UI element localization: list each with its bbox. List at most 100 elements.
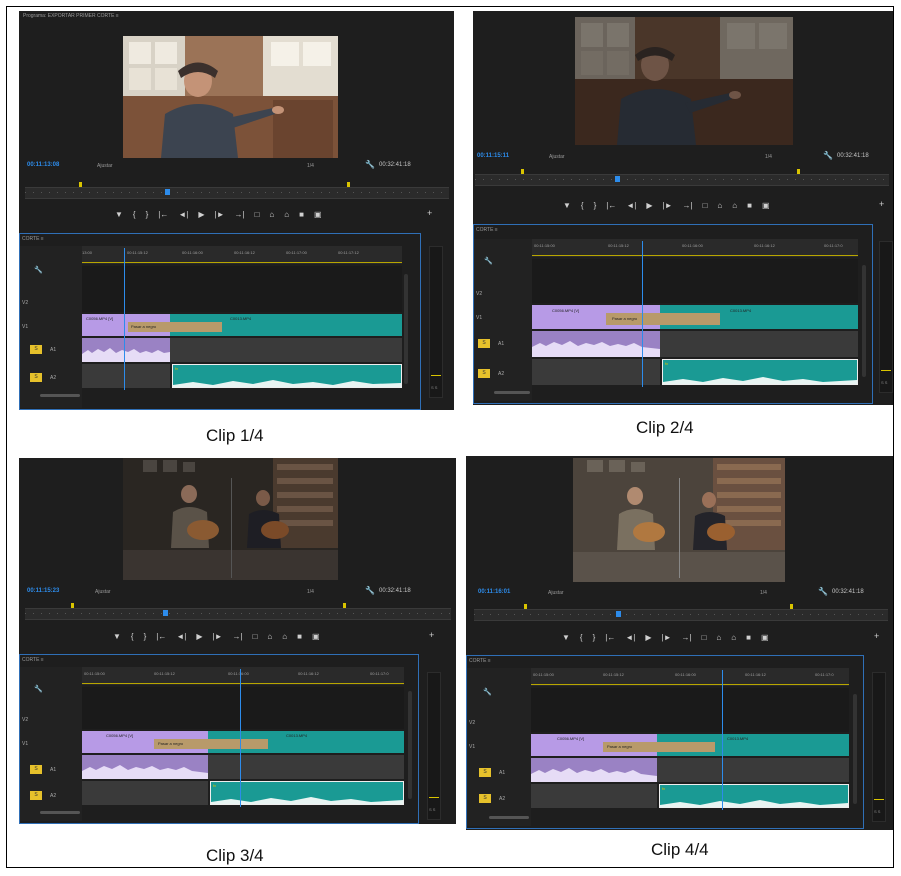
timeline-wrench-icon[interactable]: 🔧 (34, 685, 43, 693)
play-icon[interactable]: ▶ (645, 633, 651, 642)
compare-icon[interactable]: ▣ (314, 210, 322, 219)
scrubber-playhead[interactable] (163, 610, 168, 616)
work-area-bar[interactable] (82, 683, 404, 684)
step-back-icon[interactable]: ◄| (176, 632, 186, 641)
mark-in-icon[interactable]: { (580, 633, 583, 642)
export-frame-icon[interactable]: ■ (746, 633, 751, 642)
export-frame-icon[interactable]: ■ (299, 210, 304, 219)
step-back-icon[interactable]: ◄| (625, 633, 635, 642)
resolution-dropdown[interactable]: 1/4 (307, 163, 314, 169)
clip-c0056-audio[interactable] (82, 338, 170, 362)
play-icon[interactable]: ▶ (196, 632, 202, 641)
go-to-in-icon[interactable]: |← (606, 201, 616, 210)
button-editor-plus-icon[interactable]: + (427, 208, 432, 218)
export-frame-icon[interactable]: ■ (297, 632, 302, 641)
go-to-out-icon[interactable]: →| (233, 632, 243, 641)
timeline-wrench-icon[interactable]: 🔧 (483, 688, 492, 696)
resolution-dropdown[interactable]: 1/4 (760, 590, 767, 596)
extract-icon[interactable]: ⌂ (731, 633, 736, 642)
mark-out-icon[interactable]: } (594, 201, 597, 210)
step-forward-icon[interactable]: |► (663, 201, 673, 210)
resolution-dropdown[interactable]: 1/4 (765, 154, 772, 160)
time-ruler[interactable]: 00:11:15:00 00:11:15:12 00:11:16:00 00:1… (531, 668, 849, 686)
scrubber-playhead[interactable] (165, 189, 170, 195)
track-a1-toggle[interactable]: S (479, 768, 491, 777)
button-editor-plus-icon[interactable]: + (429, 630, 434, 640)
fit-dropdown[interactable]: Ajustar (95, 589, 111, 595)
timeline-playhead[interactable] (240, 669, 241, 807)
compare-icon[interactable]: ▣ (312, 632, 320, 641)
resolution-dropdown[interactable]: 1/4 (307, 589, 314, 595)
step-back-icon[interactable]: ◄| (178, 210, 188, 219)
timeline-wrench-icon[interactable]: 🔧 (484, 257, 493, 265)
lift-icon[interactable]: ⌂ (716, 633, 721, 642)
transition-fade-to-black[interactable]: Pasar a negro (603, 742, 715, 752)
play-icon[interactable]: ▶ (646, 201, 652, 210)
step-forward-icon[interactable]: |► (662, 633, 672, 642)
clip-c0013-audio[interactable]: fx (172, 364, 402, 388)
safe-margins-icon[interactable]: □ (253, 632, 258, 641)
timeline-horizontal-scrollbar[interactable] (40, 394, 80, 397)
timeline-vertical-scrollbar[interactable] (862, 265, 866, 377)
track-a2-toggle[interactable]: S (30, 373, 42, 382)
go-to-in-icon[interactable]: |← (158, 210, 168, 219)
timeline-playhead[interactable] (722, 670, 723, 810)
safe-margins-icon[interactable]: □ (703, 201, 708, 210)
go-to-in-icon[interactable]: |← (156, 632, 166, 641)
go-to-out-icon[interactable]: →| (682, 633, 692, 642)
track-a1-toggle[interactable]: S (478, 339, 490, 348)
lift-icon[interactable]: ⌂ (269, 210, 274, 219)
work-area-bar[interactable] (532, 255, 858, 256)
transition-fade-to-black[interactable]: Pasar a negro (154, 739, 268, 749)
lift-icon[interactable]: ⌂ (717, 201, 722, 210)
add-marker-icon[interactable]: ▼ (563, 201, 571, 210)
monitor-scrubber[interactable] (25, 603, 451, 620)
go-to-in-icon[interactable]: |← (605, 633, 615, 642)
clip-c0013-audio[interactable]: fx (662, 359, 858, 385)
go-to-out-icon[interactable]: →| (683, 201, 693, 210)
work-area-bar[interactable] (531, 684, 849, 685)
scrubber-playhead[interactable] (615, 176, 620, 182)
timeline-vertical-scrollbar[interactable] (853, 694, 857, 804)
transition-fade-to-black[interactable]: Pasar a negro (606, 313, 720, 325)
timeline-horizontal-scrollbar[interactable] (40, 811, 80, 814)
mark-in-icon[interactable]: { (581, 201, 584, 210)
time-ruler[interactable]: 00:11:15:00 00:11:15:12 00:11:16:00 00:1… (82, 667, 404, 685)
step-forward-icon[interactable]: |► (215, 210, 225, 219)
track-a2-toggle[interactable]: S (30, 791, 42, 800)
timeline-playhead[interactable] (124, 248, 125, 390)
fit-dropdown[interactable]: Ajustar (548, 590, 564, 596)
settings-wrench-icon[interactable]: 🔧 (365, 160, 375, 169)
transition-fade-to-black[interactable]: Pasar a negro (128, 322, 222, 332)
timeline-vertical-scrollbar[interactable] (404, 274, 408, 384)
fit-dropdown[interactable]: Ajustar (97, 163, 113, 169)
extract-icon[interactable]: ⌂ (282, 632, 287, 641)
timeline-horizontal-scrollbar[interactable] (489, 816, 529, 819)
timeline-wrench-icon[interactable]: 🔧 (34, 266, 43, 274)
clip-c0013-audio[interactable]: fx (659, 784, 849, 808)
timeline-vertical-scrollbar[interactable] (408, 691, 412, 799)
work-area-bar[interactable] (82, 262, 402, 263)
settings-wrench-icon[interactable]: 🔧 (365, 586, 375, 595)
play-icon[interactable]: ▶ (198, 210, 204, 219)
monitor-scrubber[interactable] (25, 182, 449, 199)
extract-icon[interactable]: ⌂ (284, 210, 289, 219)
go-to-out-icon[interactable]: →| (235, 210, 245, 219)
mark-out-icon[interactable]: } (593, 633, 596, 642)
step-forward-icon[interactable]: |► (213, 632, 223, 641)
button-editor-plus-icon[interactable]: + (879, 199, 884, 209)
mark-out-icon[interactable]: } (144, 632, 147, 641)
export-frame-icon[interactable]: ■ (747, 201, 752, 210)
track-a1-toggle[interactable]: S (30, 765, 42, 774)
monitor-scrubber[interactable] (475, 169, 889, 186)
extract-icon[interactable]: ⌂ (732, 201, 737, 210)
scrubber-playhead[interactable] (616, 611, 621, 617)
timeline-horizontal-scrollbar[interactable] (494, 391, 530, 394)
compare-icon[interactable]: ▣ (761, 633, 769, 642)
add-marker-icon[interactable]: ▼ (115, 210, 123, 219)
add-marker-icon[interactable]: ▼ (113, 632, 121, 641)
time-ruler[interactable]: 13:00 00:11:15:12 00:11:16:00 00:11:16:1… (82, 246, 402, 264)
clip-c0056-audio[interactable] (532, 331, 660, 357)
track-a1-toggle[interactable]: S (30, 345, 42, 354)
compare-icon[interactable]: ▣ (762, 201, 770, 210)
